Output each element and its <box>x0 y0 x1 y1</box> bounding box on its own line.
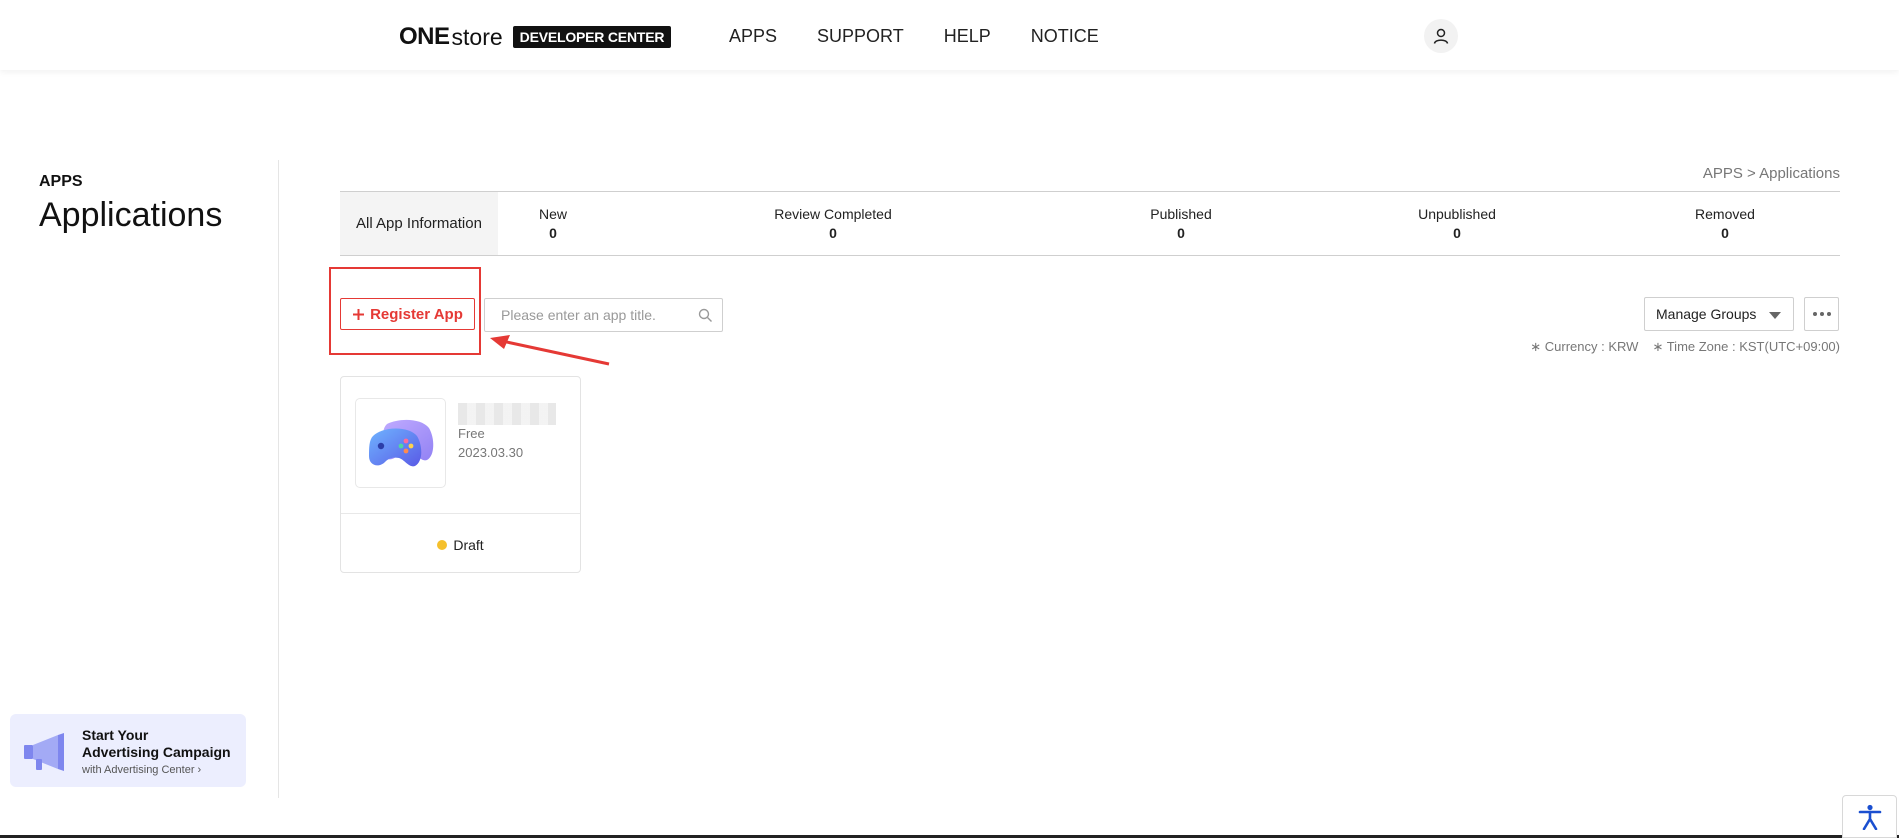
gamepad-icon <box>368 419 433 467</box>
logo-store-text: store <box>451 23 503 50</box>
accessibility-icon <box>1858 804 1881 830</box>
search-icon[interactable] <box>698 308 713 323</box>
register-app-button[interactable]: Register App <box>340 298 475 330</box>
ad-subtitle-link[interactable]: with Advertising Center › <box>82 764 201 776</box>
tab-all-app-information[interactable]: All App Information <box>340 192 498 255</box>
nav-support[interactable]: SUPPORT <box>817 26 904 47</box>
tab-label: Review Completed <box>774 206 892 222</box>
annotation-arrow <box>490 335 610 366</box>
tab-label: New <box>538 206 568 222</box>
sidebar-divider <box>278 160 279 798</box>
user-account-button[interactable] <box>1424 19 1458 53</box>
more-options-button[interactable] <box>1804 297 1839 331</box>
currency-timezone-info: ∗ Currency : KRW ∗ Time Zone : KST(UTC+0… <box>1530 339 1840 355</box>
sidebar-section-label: APPS <box>39 173 83 190</box>
more-dot <box>1826 312 1831 316</box>
developer-center-badge: DEVELOPER CENTER <box>512 26 672 48</box>
more-dot <box>1812 312 1817 316</box>
tab-label: Published <box>1150 206 1212 222</box>
tab-count: 0 <box>829 225 837 241</box>
tab-review-completed[interactable]: Review Completed 0 <box>774 206 892 241</box>
app-status-label: Draft <box>453 537 484 553</box>
page-title: Applications <box>39 196 223 234</box>
manage-groups-label: Manage Groups <box>1656 306 1757 322</box>
app-card[interactable]: Free 2023.03.30 Draft <box>340 376 581 573</box>
tab-removed[interactable]: Removed 0 <box>1695 206 1755 241</box>
nav-help[interactable]: HELP <box>944 26 991 47</box>
app-price: Free <box>458 426 485 441</box>
tab-count: 0 <box>1177 225 1185 241</box>
tab-count: 0 <box>549 225 557 241</box>
app-status-tabs: All App Information New 0 Review Complet… <box>340 191 1840 256</box>
app-icon-thumbnail <box>355 398 446 488</box>
draft-status-dot <box>437 540 448 550</box>
nav-apps[interactable]: APPS <box>729 26 777 47</box>
timezone-info: ∗ Time Zone : KST(UTC+09:00) <box>1652 339 1840 354</box>
tab-count: 0 <box>1721 225 1729 241</box>
card-divider <box>341 513 580 514</box>
plus-icon <box>353 308 365 320</box>
tab-label: Unpublished <box>1418 206 1496 222</box>
tab-label: Removed <box>1695 206 1755 222</box>
tab-new[interactable]: New 0 <box>539 206 567 241</box>
app-search-box <box>484 298 723 332</box>
app-status: Draft <box>341 537 580 553</box>
currency-info: ∗ Currency : KRW <box>1530 339 1639 354</box>
nav-notice[interactable]: NOTICE <box>1031 26 1099 47</box>
caret-down-icon <box>1769 312 1781 319</box>
advertising-campaign-banner[interactable]: Start Your Advertising Campaign with Adv… <box>10 714 246 787</box>
megaphone-icon <box>24 733 64 771</box>
top-header: ONE store DEVELOPER CENTER APPS SUPPORT … <box>0 0 1899 70</box>
breadcrumb: APPS > Applications <box>1702 165 1840 182</box>
more-dot <box>1819 312 1824 316</box>
main-nav: APPS SUPPORT HELP NOTICE <box>729 26 1099 47</box>
tab-published[interactable]: Published 0 <box>1150 206 1212 241</box>
app-date: 2023.03.30 <box>458 445 524 460</box>
ad-title-line2: Advertising Campaign <box>82 744 231 760</box>
app-name-redacted <box>458 403 556 425</box>
app-search-input[interactable] <box>485 299 685 331</box>
ad-title-line1: Start Your <box>82 727 149 743</box>
manage-groups-dropdown[interactable]: Manage Groups <box>1644 297 1794 331</box>
tab-unpublished[interactable]: Unpublished 0 <box>1418 206 1496 241</box>
tab-count: 0 <box>1453 225 1461 241</box>
register-app-label: Register App <box>370 305 463 323</box>
onestore-logo[interactable]: ONE store DEVELOPER CENTER <box>399 23 672 51</box>
accessibility-button[interactable] <box>1842 795 1897 838</box>
user-icon <box>1433 28 1449 44</box>
logo-one-text: ONE <box>399 23 450 50</box>
